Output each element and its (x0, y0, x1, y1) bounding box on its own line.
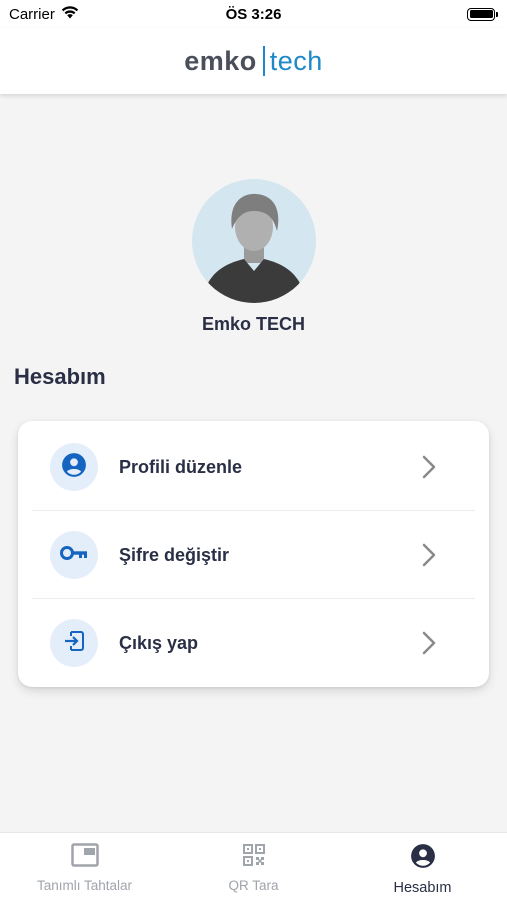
avatar[interactable] (192, 179, 316, 303)
menu-item-label: Profili düzenle (119, 456, 243, 477)
tab-label: Hesabım (393, 880, 452, 896)
tab-defined-boards[interactable]: Tanımlı Tahtalar (0, 833, 169, 900)
logo-tech-text: tech (269, 45, 323, 76)
chevron-right-icon (419, 455, 439, 479)
tab-label: QR Tara (228, 878, 279, 893)
tab-label: Tanımlı Tahtalar (36, 878, 133, 893)
qr-code-icon (242, 843, 266, 872)
emko-tech-logo: emko tech (184, 46, 323, 77)
menu-item-change-password[interactable]: Şifre değiştir (18, 511, 489, 599)
menu-item-edit-profile[interactable]: Profili düzenle (18, 423, 489, 511)
app-header: emko tech (0, 28, 507, 94)
icon-circle (50, 619, 98, 667)
wifi-icon (61, 5, 79, 23)
bottom-nav: Tanımlı Tahtalar QR Tara Hesabım (0, 832, 507, 900)
icon-circle (50, 531, 98, 579)
status-left: Carrier (9, 5, 79, 23)
menu-item-label: Çıkış yap (119, 632, 199, 653)
person-silhouette-icon (202, 193, 306, 303)
profile-name: Emko TECH (201, 314, 306, 334)
logout-icon (62, 629, 86, 658)
carrier-label: Carrier (9, 5, 55, 23)
section-title: Hesabım (14, 364, 106, 389)
chevron-right-icon (419, 543, 439, 567)
logo-emko-text: emko (184, 45, 257, 76)
person-circle-icon (61, 452, 87, 483)
tab-my-account[interactable]: Hesabım (338, 833, 507, 900)
account-icon (410, 843, 436, 874)
menu-item-logout[interactable]: Çıkış yap (18, 599, 489, 687)
chevron-right-icon (419, 631, 439, 655)
logo-separator (262, 46, 265, 76)
battery-icon (467, 7, 498, 21)
board-icon (70, 843, 99, 872)
account-menu-card: Profili düzenle Şifre değiştir Çıkış yap (18, 421, 489, 687)
key-icon (60, 545, 88, 566)
menu-item-label: Şifre değiştir (119, 544, 230, 565)
icon-circle (50, 443, 98, 491)
tab-qr-scan[interactable]: QR Tara (169, 833, 338, 900)
status-bar: Carrier ÖS 3:26 (0, 0, 507, 28)
